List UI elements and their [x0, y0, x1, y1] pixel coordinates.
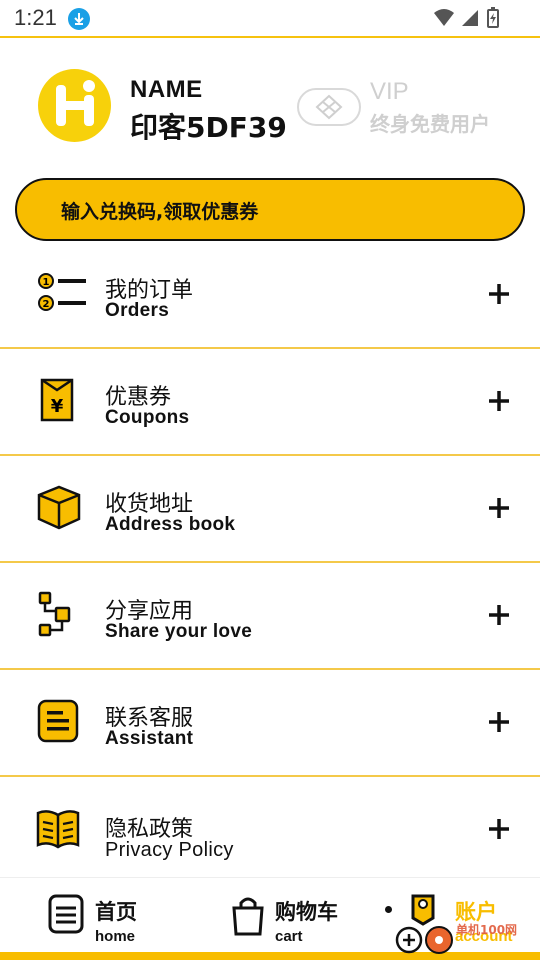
menu-item-address[interactable]: 收货地址 Address book [0, 456, 540, 562]
vip-label: VIP [370, 78, 409, 105]
coupon-icon: ¥ [36, 377, 82, 423]
nav-cart[interactable]: 购物车 cart [222, 878, 352, 953]
nav-label-en: home [95, 928, 136, 945]
redeem-code-button[interactable]: 输入兑换码,领取优惠券 [15, 178, 525, 241]
menu-item-coupons[interactable]: ¥ 优惠券 Coupons [0, 349, 540, 455]
redeem-code-label: 输入兑换码,领取优惠券 [61, 201, 259, 223]
svg-text:1: 1 [43, 277, 50, 288]
nav-label-zh: 首页 [95, 900, 137, 924]
vip-badge [297, 88, 361, 126]
signal-icon [462, 10, 478, 26]
watermark-text: 单机100网 [456, 923, 518, 937]
menu-label-en: Address book [105, 514, 236, 535]
active-indicator [385, 906, 392, 913]
nav-home[interactable]: 首页 home [40, 878, 160, 953]
menu-label-en: Assistant [105, 728, 194, 749]
chat-icon [36, 698, 82, 744]
menu-item-share[interactable]: 分享应用 Share your love [0, 563, 540, 669]
watermark-logo-icon [394, 926, 456, 960]
menu-item-privacy[interactable]: 隐私政策 Privacy Policy [0, 777, 540, 883]
plus-icon[interactable] [487, 710, 511, 734]
menu-item-orders[interactable]: 1 2 我的订单 Orders [0, 242, 540, 348]
status-icons [432, 7, 502, 29]
book-icon [36, 807, 82, 853]
plus-icon[interactable] [487, 282, 511, 306]
header-divider [0, 36, 540, 38]
name-label: NAME [130, 76, 203, 103]
wifi-icon [434, 9, 454, 26]
status-time: 1:21 [14, 5, 57, 30]
menu-item-assistant[interactable]: 联系客服 Assistant [0, 670, 540, 776]
plus-icon[interactable] [487, 496, 511, 520]
plus-icon[interactable] [487, 603, 511, 627]
bottom-nav: 首页 home 购物车 cart 账户 account [0, 877, 540, 960]
user-name: 印客5DF39 [130, 111, 287, 144]
share-icon [36, 591, 82, 637]
bag-icon [230, 894, 266, 940]
nav-label-en: cart [275, 928, 303, 945]
plus-icon[interactable] [487, 817, 511, 841]
menu-label-en: Coupons [105, 407, 190, 428]
nav-label-zh: 购物车 [275, 900, 338, 924]
battery-icon [487, 7, 499, 28]
orders-icon: 1 2 [36, 270, 86, 316]
svg-text:¥: ¥ [51, 396, 64, 417]
avatar[interactable] [38, 69, 111, 142]
vip-status: 终身免费用户 [370, 112, 490, 136]
svg-text:2: 2 [43, 299, 50, 310]
home-icon [48, 894, 84, 938]
bottom-accent-bar [0, 952, 540, 960]
status-bar: 1:21 [0, 0, 540, 36]
menu-label-en: Privacy Policy [105, 839, 234, 861]
menu-label-en: Share your love [105, 621, 253, 642]
plus-icon[interactable] [487, 389, 511, 413]
logo-icon [56, 80, 95, 126]
box-icon [36, 484, 82, 530]
download-icon [68, 8, 90, 30]
menu-label-en: Orders [105, 300, 170, 321]
diamond-icon [315, 94, 343, 120]
